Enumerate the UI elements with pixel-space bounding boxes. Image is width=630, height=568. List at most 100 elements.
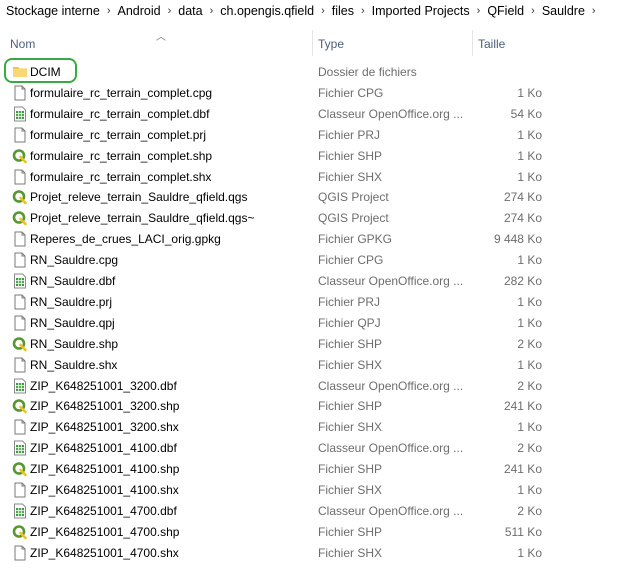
file-name: formulaire_rc_terrain_complet.cpg	[30, 85, 213, 100]
file-row[interactable]: DCIM Dossier de fichiers	[0, 62, 630, 83]
file-name: ZIP_K648251001_4100.shp	[30, 462, 180, 477]
chevron-right-icon[interactable]: ›	[531, 5, 535, 17]
file-row[interactable]: Projet_releve_terrain_Sauldre_qfield.qgs…	[0, 208, 630, 229]
chevron-right-icon[interactable]: ›	[210, 5, 214, 17]
file-type: Fichier CPG	[318, 85, 384, 100]
breadcrumb-item[interactable]: files	[331, 4, 355, 18]
file-name: RN_Sauldre.cpg	[30, 253, 119, 268]
file-name: formulaire_rc_terrain_complet.shp	[30, 148, 213, 163]
spreadsheet-icon	[12, 503, 26, 519]
breadcrumb-item[interactable]: Android	[116, 4, 161, 18]
file-row[interactable]: ZIP_K648251001_4700.shx Fichier SHX 1 Ko	[0, 543, 630, 564]
file-size: 1 Ko	[517, 294, 542, 309]
file-row[interactable]: ZIP_K648251001_4700.shp Fichier SHP 511 Ko	[0, 522, 630, 543]
file-row[interactable]: ZIP_K648251001_3200.dbf Classeur OpenOffi…	[0, 376, 630, 397]
file-name: ZIP_K648251001_4700.shp	[30, 524, 180, 539]
file-type: Fichier SHP	[318, 148, 383, 163]
qgis-icon	[12, 461, 27, 477]
file-type: Dossier de fichiers	[318, 65, 417, 79]
file-name: ZIP_K648251001_4100.dbf	[30, 441, 177, 456]
file-row[interactable]: RN_Sauldre.qpj Fichier QPJ 1 Ko	[0, 313, 630, 334]
file-icon	[12, 294, 26, 310]
file-row[interactable]: RN_Sauldre.cpg Fichier CPG 1 Ko	[0, 250, 630, 271]
file-row[interactable]: ZIP_K648251001_4100.shx Fichier SHX 1 Ko	[0, 480, 630, 501]
file-size: 1 Ko	[517, 545, 542, 560]
chevron-right-icon[interactable]: ›	[168, 5, 172, 17]
chevron-right-icon[interactable]: ›	[321, 5, 325, 17]
chevron-right-icon[interactable]: ›	[361, 5, 365, 17]
chevron-right-icon[interactable]: ›	[107, 5, 111, 17]
breadcrumb-item[interactable]: Imported Projects	[371, 4, 471, 18]
sort-ascending-icon: ︿	[156, 32, 166, 43]
column-header: Nom ︿ Type Taille	[0, 30, 630, 58]
file-size: 1 Ko	[517, 85, 542, 100]
qgis-icon	[12, 524, 27, 540]
file-row[interactable]: formulaire_rc_terrain_complet.dbf Classeu…	[0, 104, 630, 125]
file-row[interactable]: Projet_releve_terrain_Sauldre_qfield.qgs…	[0, 187, 630, 208]
file-size: 1 Ko	[517, 420, 542, 435]
file-name: ZIP_K648251001_4100.shx	[30, 483, 179, 497]
file-type: Classeur OpenOffice.org ...	[318, 274, 464, 288]
file-name: Projet_releve_terrain_Sauldre_qfield.qgs	[30, 190, 248, 205]
breadcrumb-item[interactable]: Stockage interne	[5, 4, 101, 18]
file-icon	[12, 127, 26, 143]
file-row[interactable]: RN_Sauldre.shp Fichier SHP 2 Ko	[0, 334, 630, 355]
breadcrumb-item[interactable]: Sauldre	[541, 4, 586, 18]
file-row[interactable]: ZIP_K648251001_3200.shp Fichier SHP 241 Ko	[0, 396, 630, 417]
file-row[interactable]: RN_Sauldre.shx Fichier SHX 1 Ko	[0, 355, 630, 376]
file-row[interactable]: formulaire_rc_terrain_complet.cpg Fichier…	[0, 83, 630, 104]
file-name: ZIP_K648251001_3200.shx	[30, 420, 179, 435]
file-size: 1 Ko	[517, 253, 542, 268]
column-divider[interactable]	[472, 30, 473, 56]
file-type: Fichier CPG	[318, 253, 384, 268]
file-size: 274 Ko	[503, 211, 542, 226]
file-size: 2 Ko	[517, 378, 542, 393]
column-type-header[interactable]: Type	[318, 37, 344, 51]
file-name: Reperes_de_crues_LACI_orig.gpkg	[30, 232, 221, 247]
file-row[interactable]: formulaire_rc_terrain_complet.shx Fichier…	[0, 167, 630, 188]
file-type: QGIS Project	[318, 190, 389, 205]
column-size-header[interactable]: Taille	[478, 37, 505, 51]
breadcrumb-item[interactable]: QField	[486, 4, 525, 18]
qgis-icon	[12, 210, 27, 226]
file-type: Classeur OpenOffice.org ...	[318, 503, 464, 518]
file-row[interactable]: ZIP_K648251001_4700.dbf Classeur OpenOffi…	[0, 501, 630, 522]
file-size: 241 Ko	[503, 462, 542, 477]
column-name-header[interactable]: Nom	[10, 37, 35, 51]
file-size: 1 Ko	[517, 148, 542, 163]
file-type: Fichier SHX	[318, 357, 383, 372]
qgis-icon	[12, 336, 27, 352]
file-row[interactable]: ZIP_K648251001_4100.dbf Classeur OpenOffi…	[0, 438, 630, 459]
qgis-icon	[12, 189, 27, 205]
file-row[interactable]: formulaire_rc_terrain_complet.shp Fichier…	[0, 146, 630, 167]
file-size: 54 Ko	[510, 106, 542, 121]
file-row[interactable]: RN_Sauldre.prj Fichier PRJ 1 Ko	[0, 292, 630, 313]
file-name: RN_Sauldre.shp	[30, 336, 119, 351]
file-name: RN_Sauldre.qpj	[30, 315, 115, 330]
breadcrumb-item[interactable]: ch.opengis.qfield	[219, 4, 315, 18]
column-divider[interactable]	[312, 30, 313, 56]
breadcrumb-item[interactable]: data	[177, 4, 203, 18]
file-icon	[12, 252, 26, 268]
chevron-right-icon[interactable]: ›	[477, 5, 481, 17]
spreadsheet-icon	[12, 440, 26, 456]
file-icon	[12, 169, 26, 185]
file-icon	[12, 231, 26, 247]
file-type: Fichier SHP	[318, 524, 383, 539]
file-icon	[12, 315, 26, 331]
file-type: Classeur OpenOffice.org ...	[318, 378, 464, 393]
file-name: RN_Sauldre.dbf	[30, 274, 116, 288]
file-icon	[12, 357, 26, 373]
chevron-right-icon[interactable]: ›	[592, 5, 596, 17]
qgis-icon	[12, 148, 27, 164]
file-row[interactable]: ZIP_K648251001_4100.shp Fichier SHP 241 Ko	[0, 459, 630, 480]
file-row[interactable]: ZIP_K648251001_3200.shx Fichier SHX 1 Ko	[0, 417, 630, 438]
file-row[interactable]: formulaire_rc_terrain_complet.prj Fichier…	[0, 125, 630, 146]
spreadsheet-icon	[12, 106, 26, 122]
file-type: Fichier QPJ	[318, 315, 381, 330]
file-row[interactable]: RN_Sauldre.dbf Classeur OpenOffice.org ..…	[0, 271, 630, 292]
file-name: Projet_releve_terrain_Sauldre_qfield.qgs…	[30, 211, 255, 226]
file-icon	[12, 545, 26, 561]
file-row[interactable]: Reperes_de_crues_LACI_orig.gpkg Fichier G…	[0, 229, 630, 250]
spreadsheet-icon	[12, 273, 26, 289]
